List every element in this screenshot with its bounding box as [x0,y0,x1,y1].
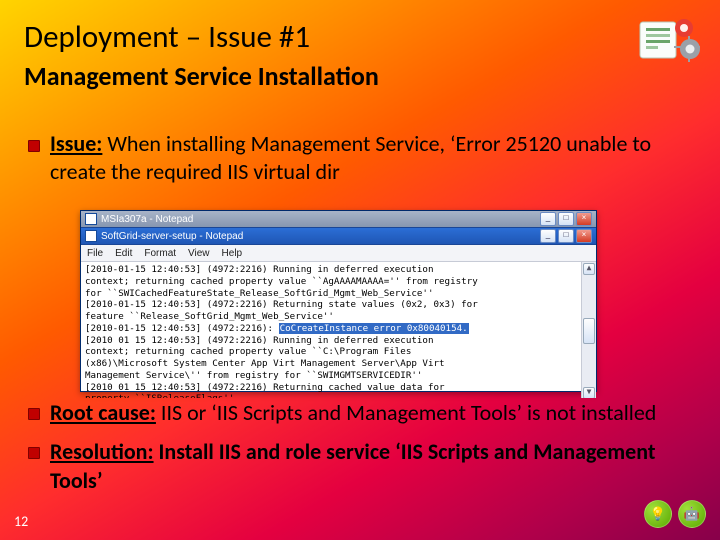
log-line: (x86)\Microsoft System Center App Virt M… [85,358,445,369]
scrollbar[interactable]: ▲ ▼ [581,262,596,398]
log-highlight: CoCreateInstance error 0x80040154. [279,323,469,334]
titlebar-active: SoftGrid-server-setup - Notepad _ □ × [81,228,596,245]
log-line: [2010-01-15 12:40:53] (4972:2216) Return… [85,299,478,310]
bullet-resolution: Resolution: Install IIS and role service… [50,437,690,495]
issue-label: Issue: [50,130,102,157]
menu-help[interactable]: Help [222,248,243,259]
app-icon [85,230,97,242]
corner-badges: 💡 🤖 [644,500,706,528]
bottom-bullets: Root cause: IIS or ‘IIS Scripts and Mana… [50,398,690,505]
window-title-active: SoftGrid-server-setup - Notepad [101,231,540,242]
close-button[interactable]: × [576,229,592,243]
slide-subtitle: Management Service Installation [24,60,379,92]
log-line: context; returning cached property value… [85,276,478,287]
issue-text: When installing Management Service, ‘Err… [50,130,651,185]
bullet-marker-icon [28,408,40,420]
menu-edit[interactable]: Edit [115,248,132,259]
log-line: feature ``Release_SoftGrid_Mgmt_Web_Serv… [85,311,334,322]
log-line: [2010-01-15 12:40:53] (4972:2216) Runnin… [85,264,433,275]
badge-robot-icon: 🤖 [678,500,706,528]
page-number: 12 [14,513,28,530]
maximize-button[interactable]: □ [558,229,574,243]
menubar: File Edit Format View Help [81,245,596,262]
scroll-thumb[interactable] [583,318,595,344]
titlebar-inactive: MSIa307a - Notepad _ □ × [81,211,596,228]
maximize-button[interactable]: □ [558,212,574,226]
scroll-down-icon[interactable]: ▼ [583,387,595,398]
close-button[interactable]: × [576,212,592,226]
app-icon [85,213,97,225]
log-line: [2010 01 15 12:40:53] (4972:2216) Return… [85,382,445,393]
log-line: for ``SWICachedFeatureState_Release_Soft… [85,288,433,299]
menu-file[interactable]: File [87,248,103,259]
resolution-label: Resolution: [50,438,154,465]
bullet-marker-icon [28,447,40,459]
log-line: [2010-01-15 12:40:53] (4972:2216): [85,323,279,334]
content-area: Issue: When installing Management Servic… [50,130,690,196]
minimize-button[interactable]: _ [540,212,556,226]
menu-format[interactable]: Format [144,248,176,259]
notepad-window: MSIa307a - Notepad _ □ × SoftGrid-server… [80,210,597,392]
bullet-issue: Issue: When installing Management Servic… [50,130,690,186]
minimize-button[interactable]: _ [540,229,556,243]
bullet-root-cause: Root cause: IIS or ‘IIS Scripts and Mana… [50,398,690,427]
log-line: context; returning cached property value… [85,346,411,357]
bullet-marker-icon [28,140,40,152]
log-line: [2010 01 15 12:40:53] (4972:2216) Runnin… [85,335,433,346]
root-cause-text: IIS or ‘IIS Scripts and Management Tools… [156,399,656,426]
scroll-up-icon[interactable]: ▲ [583,263,595,275]
slide-title: Deployment – Issue #1 [24,18,310,56]
server-tools-icon [636,14,700,68]
badge-idea-icon: 💡 [644,500,672,528]
slide: Deployment – Issue #1 Management Service… [0,0,720,540]
menu-view[interactable]: View [188,248,210,259]
window-title-inactive: MSIa307a - Notepad [101,214,540,225]
notepad-body[interactable]: [2010-01-15 12:40:53] (4972:2216) Runnin… [81,262,596,398]
log-line: Management Service\'' from registry for … [85,370,422,381]
root-cause-label: Root cause: [50,399,156,426]
